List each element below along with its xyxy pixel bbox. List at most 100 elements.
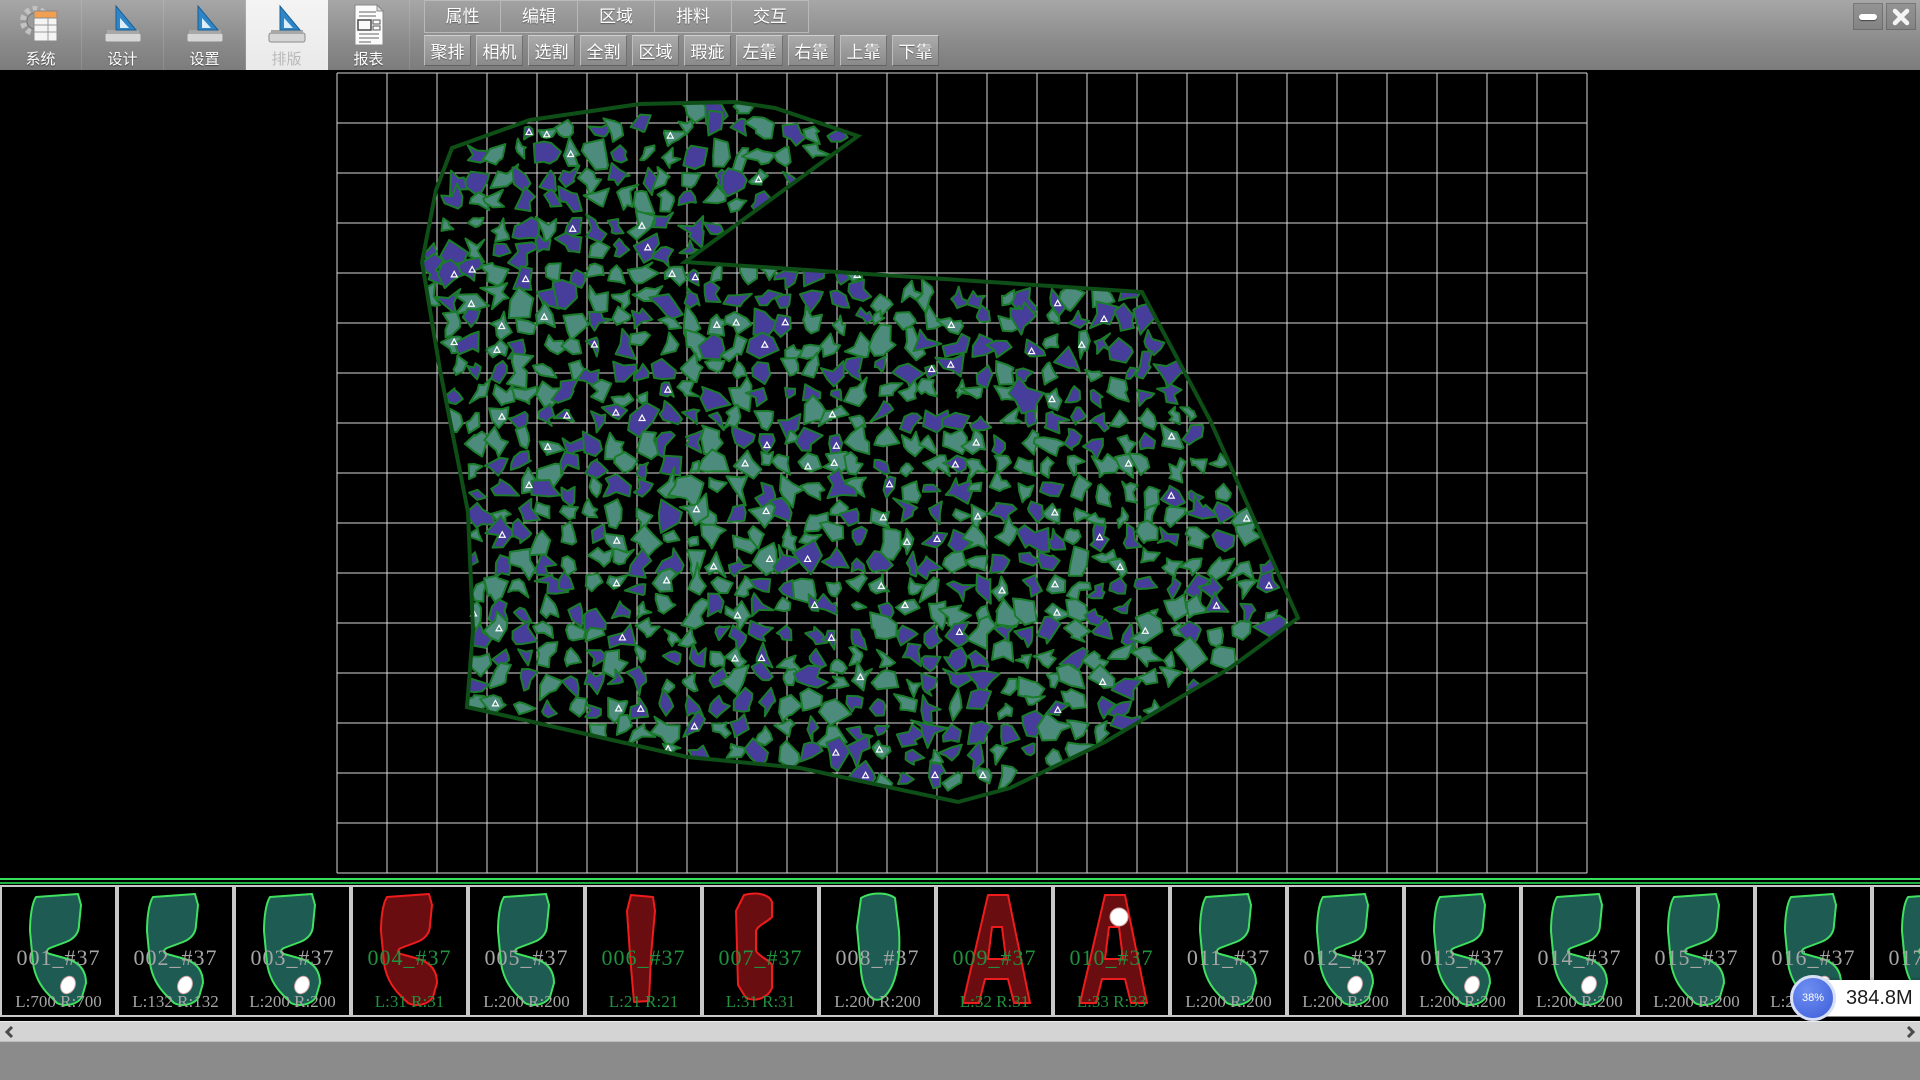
toolbar-item-settings[interactable]: 设置 <box>164 0 246 70</box>
piece-lr-count: L:132 R:132 <box>119 992 232 1012</box>
toolbar-item-label: 设计 <box>107 48 137 69</box>
title-toolbar: 系统设计设置排版报表 属性编辑区域排料交互 聚排相机选割全割区域瑕疵左靠右靠上靠… <box>0 0 1920 70</box>
tool-button-cut-all[interactable]: 全割 <box>580 35 627 66</box>
toolbar-item-label: 系统 <box>25 48 55 69</box>
piece-lr-count: L:31 R:31 <box>353 992 466 1012</box>
piece-lr-count: L:21 R:21 <box>587 992 700 1012</box>
piece-lr-count: L:200 R:200 <box>821 992 934 1012</box>
thumbnail-cell-002_#37[interactable]: 002_#37 L:132 R:132 <box>117 885 234 1017</box>
tool-button-camera[interactable]: 相机 <box>476 35 523 66</box>
piece-label: 014_#37 <box>1523 945 1636 971</box>
tool-button-snap-top[interactable]: 上靠 <box>840 35 887 66</box>
menu-tab-nesting[interactable]: 排料 <box>655 0 732 33</box>
piece-lr-count: L:33 R:33 <box>1055 992 1168 1012</box>
piece-label: 010_#37 <box>1055 945 1168 971</box>
piece-label: 017_#37 <box>1874 945 1920 971</box>
tool-button-snap-right[interactable]: 右靠 <box>788 35 835 66</box>
close-button[interactable] <box>1886 3 1916 30</box>
memory-status-badge: 384.8M 38% <box>1804 980 1920 1016</box>
piece-label: 015_#37 <box>1640 945 1753 971</box>
piece-label: 003_#37 <box>236 945 349 971</box>
nesting-drawing[interactable] <box>0 70 1920 878</box>
menu-tab-properties[interactable]: 属性 <box>424 0 501 33</box>
piece-lr-count: L:31 R:31 <box>704 992 817 1012</box>
piece-lr-count: L:200 R:200 <box>1289 992 1402 1012</box>
toolbar-item-system[interactable]: 系统 <box>0 0 82 70</box>
minimize-button[interactable] <box>1853 3 1883 30</box>
nesting-canvas[interactable] <box>0 70 1920 878</box>
piece-label: 006_#37 <box>587 945 700 971</box>
tool-button-snap-bottom[interactable]: 下靠 <box>892 35 939 66</box>
progress-circle: 38% <box>1790 975 1836 1021</box>
thumbnail-cell-011_#37[interactable]: 011_#37 L:200 R:200 <box>1170 885 1287 1017</box>
tool-button-select-cut[interactable]: 选割 <box>528 35 575 66</box>
thumbnail-cell-006_#37[interactable]: 006_#37 L:21 R:21 <box>585 885 702 1017</box>
thumbnail-cell-004_#37[interactable]: 004_#37 L:31 R:31 <box>351 885 468 1017</box>
piece-lr-count: L:200 R:200 <box>1172 992 1285 1012</box>
thumbnail-cell-015_#37[interactable]: 015_#37 L:200 R:200 <box>1638 885 1755 1017</box>
piece-label: 012_#37 <box>1289 945 1402 971</box>
toolbar-item-label: 排版 <box>271 48 301 69</box>
progress-percent: 38% <box>1802 992 1824 1004</box>
piece-lr-count: L:32 R:31 <box>938 992 1051 1012</box>
thumbnail-cell-005_#37[interactable]: 005_#37 L:200 R:200 <box>468 885 585 1017</box>
piece-lr-count: L:200 R:200 <box>470 992 583 1012</box>
piece-lr-count: L:700 R:700 <box>2 992 115 1012</box>
piece-label: 009_#37 <box>938 945 1051 971</box>
memory-pill: 384.8M 38% <box>1804 980 1920 1016</box>
piece-label: 005_#37 <box>470 945 583 971</box>
piece-label: 013_#37 <box>1406 945 1519 971</box>
piece-label: 004_#37 <box>353 945 466 971</box>
window-controls <box>1853 3 1916 30</box>
report-icon <box>346 3 392 47</box>
thumbnail-cell-008_#37[interactable]: 008_#37 L:200 R:200 <box>819 885 936 1017</box>
tool-button-row: 聚排相机选割全割区域瑕疵左靠右靠上靠下靠 <box>424 35 939 66</box>
strip-second-line <box>0 882 1920 884</box>
status-bar <box>0 1041 1920 1080</box>
menu-tab-row: 属性编辑区域排料交互 <box>424 0 809 33</box>
piece-lr-count: L:200 R:200 <box>236 992 349 1012</box>
piece-label: 002_#37 <box>119 945 232 971</box>
toolbar-item-report[interactable]: 报表 <box>328 0 410 70</box>
toolbar-item-layout[interactable]: 排版 <box>246 0 328 70</box>
tool-button-snap-left[interactable]: 左靠 <box>736 35 783 66</box>
layout-icon <box>264 3 310 47</box>
thumbnail-cell-013_#37[interactable]: 013_#37 L:200 R:200 <box>1404 885 1521 1017</box>
tool-button-region[interactable]: 区域 <box>632 35 679 66</box>
design-icon <box>100 3 146 47</box>
piece-lr-count: L:200 R:200 <box>1640 992 1753 1012</box>
nested-pieces[interactable] <box>418 99 1286 795</box>
thumbnail-cell-003_#37[interactable]: 003_#37 L:200 R:200 <box>234 885 351 1017</box>
piece-label: 016_#37 <box>1757 945 1870 971</box>
thumbnail-cell-014_#37[interactable]: 014_#37 L:200 R:200 <box>1521 885 1638 1017</box>
menu-tab-interactive[interactable]: 交互 <box>732 0 809 33</box>
piece-hole <box>1110 908 1128 926</box>
main-toolbar: 系统 设计 设置 排版 报表 <box>0 0 410 70</box>
menu-tab-edit[interactable]: 编辑 <box>501 0 578 33</box>
piece-thumbnail-strip: 001_#37 L:700 R:700 002_#37 L:132 R:132 … <box>0 878 1920 1021</box>
minimize-icon <box>1859 14 1877 20</box>
system-icon <box>18 3 64 47</box>
toolbar-item-label: 报表 <box>353 48 383 69</box>
horizontal-scrollbar[interactable] <box>0 1021 1920 1041</box>
chevron-right-icon <box>1904 1026 1916 1038</box>
toolbar-item-design[interactable]: 设计 <box>82 0 164 70</box>
scroll-right-button[interactable] <box>1900 1022 1920 1042</box>
tool-button-defect[interactable]: 瑕疵 <box>684 35 731 66</box>
thumbnail-list: 001_#37 L:700 R:700 002_#37 L:132 R:132 … <box>0 885 1920 1019</box>
chevron-left-icon <box>4 1026 16 1038</box>
piece-label: 011_#37 <box>1172 945 1285 971</box>
thumbnail-cell-009_#37[interactable]: 009_#37 L:32 R:31 <box>936 885 1053 1017</box>
scroll-left-button[interactable] <box>0 1022 20 1042</box>
menu-tab-region[interactable]: 区域 <box>578 0 655 33</box>
thumbnail-cell-007_#37[interactable]: 007_#37 L:31 R:31 <box>702 885 819 1017</box>
piece-label: 008_#37 <box>821 945 934 971</box>
piece-lr-count: L:200 R:200 <box>1406 992 1519 1012</box>
tool-button-cluster-nest[interactable]: 聚排 <box>424 35 471 66</box>
thumbnail-cell-012_#37[interactable]: 012_#37 L:200 R:200 <box>1287 885 1404 1017</box>
thumbnail-cell-001_#37[interactable]: 001_#37 L:700 R:700 <box>0 885 117 1017</box>
thumbnail-cell-010_#37[interactable]: 010_#37 L:33 R:33 <box>1053 885 1170 1017</box>
toolbar-item-label: 设置 <box>189 48 219 69</box>
memory-value: 384.8M <box>1846 987 1913 1010</box>
piece-label: 007_#37 <box>704 945 817 971</box>
